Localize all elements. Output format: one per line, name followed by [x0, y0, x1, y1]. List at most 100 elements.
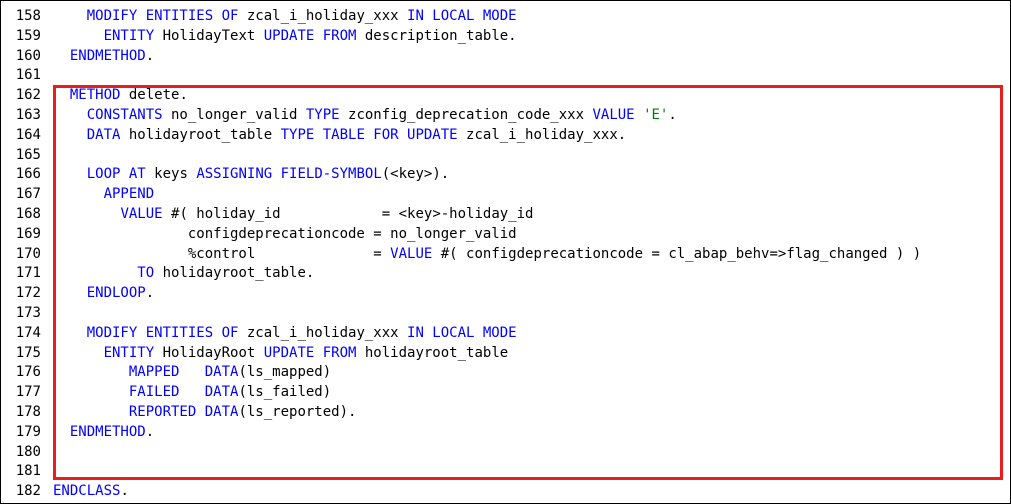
code-line[interactable]: 173 [1, 304, 1010, 324]
text-token: (<key>). [381, 166, 450, 183]
keyword-token: TO [137, 265, 155, 282]
line-number: 171 [15, 265, 41, 282]
keyword-token: ENDCLASS [53, 483, 121, 500]
keyword-token: UPDATE FROM [263, 344, 357, 361]
keyword-token: FAILED [128, 384, 180, 401]
code-line[interactable]: 179 ENDMETHOD. [1, 423, 1010, 443]
code-line[interactable]: 168 VALUE #( holiday_id = <key>-holiday_… [1, 205, 1010, 225]
code-line[interactable]: 175 ENTITY HolidayRoot UPDATE FROM holid… [1, 344, 1010, 364]
text-token: . [145, 423, 155, 440]
line-number: 166 [15, 166, 41, 183]
keyword-token: METHOD [69, 87, 121, 104]
keyword-token: VALUE [592, 106, 635, 123]
line-number: 162 [15, 87, 41, 104]
line-number: 175 [15, 344, 41, 361]
line-number: 172 [15, 285, 41, 302]
code-text: ENTITY HolidayRoot UPDATE FROM holidayro… [41, 344, 509, 364]
text-token: %control = [53, 245, 391, 262]
text-token: . [145, 47, 155, 64]
line-number: 174 [15, 324, 41, 341]
text-token: holidayroot_table [356, 344, 509, 361]
text-token: . [668, 106, 677, 123]
code-line[interactable]: 178 REPORTED DATA(ls_reported). [1, 403, 1010, 423]
keyword-token: ASSIGNING FIELD-SYMBOL [196, 166, 382, 183]
keyword-token: TYPE TABLE FOR UPDATE [280, 126, 458, 143]
code-line[interactable]: 172 ENDLOOP. [1, 284, 1010, 304]
code-line[interactable]: 171 TO holidayroot_table. [1, 264, 1010, 284]
text-token: zconfig_deprecation_code_xxx [339, 106, 593, 123]
code-line[interactable]: 164 DATA holidayroot_table TYPE TABLE FO… [1, 126, 1010, 146]
code-text: ENDMETHOD. [41, 423, 154, 443]
line-number: 180 [15, 443, 41, 460]
code-text: LOOP AT keys ASSIGNING FIELD-SYMBOL(<key… [41, 165, 449, 185]
line-number: 158 [15, 8, 41, 24]
code-line[interactable]: 180 [1, 443, 1010, 463]
code-line[interactable]: 176 MAPPED DATA(ls_mapped) [1, 363, 1010, 383]
string-token: 'E' [643, 106, 669, 123]
line-number: 169 [15, 225, 41, 242]
text-token: holidayroot_table [120, 126, 281, 143]
code-line[interactable]: 169 configdeprecationcode = no_longer_va… [1, 225, 1010, 245]
line-number: 179 [15, 423, 41, 440]
code-line[interactable]: 167 APPEND [1, 185, 1010, 205]
code-line[interactable]: 182 ENDCLASS. [1, 482, 1010, 502]
line-number: 165 [15, 146, 41, 163]
text-token: (ls_mapped) [238, 364, 332, 381]
code-line[interactable]: 161 [1, 66, 1010, 86]
keyword-token: VALUE [120, 205, 163, 222]
keyword-token: MODIFY ENTITIES OF [86, 324, 239, 341]
text-token: configdeprecationcode = no_longer_valid [53, 225, 517, 242]
line-number: 167 [15, 186, 41, 203]
code-line[interactable]: 177 FAILED DATA(ls_failed) [1, 383, 1010, 403]
code-line[interactable]: 159 ENTITY HolidayText UPDATE FROM descr… [1, 27, 1010, 47]
code-line[interactable]: 162 METHOD delete. [1, 86, 1010, 106]
keyword-token: UPDATE FROM [263, 27, 357, 44]
code-text: TO holidayroot_table. [41, 264, 314, 284]
code-editor[interactable]: 158 MODIFY ENTITIES OF zcal_i_holiday_xx… [0, 0, 1011, 504]
text-token: zcal_i_holiday_xxx [238, 8, 408, 24]
line-number: 177 [15, 384, 41, 401]
code-text: MODIFY ENTITIES OF zcal_i_holiday_xxx IN… [41, 324, 517, 344]
code-text: APPEND [41, 185, 155, 205]
code-line[interactable]: 163 CONSTANTS no_longer_valid TYPE zconf… [1, 106, 1010, 126]
keyword-token: ENTITY [103, 344, 155, 361]
code-line[interactable]: 165 [1, 146, 1010, 166]
line-number: 163 [15, 106, 41, 123]
keyword-token: ENDLOOP [86, 285, 146, 302]
code-line[interactable]: 166 LOOP AT keys ASSIGNING FIELD-SYMBOL(… [1, 165, 1010, 185]
code-text: ENTITY HolidayText UPDATE FROM descripti… [41, 27, 517, 47]
code-text: REPORTED DATA(ls_reported). [41, 403, 357, 423]
line-number: 160 [15, 47, 41, 64]
line-number: 161 [15, 67, 41, 84]
code-line[interactable]: 160 ENDMETHOD. [1, 47, 1010, 67]
line-number: 168 [15, 205, 41, 222]
line-number: 181 [15, 463, 41, 480]
text-token: HolidayText [154, 27, 264, 44]
text-token: (ls_reported). [238, 403, 357, 420]
code-text: ENDCLASS. [41, 482, 129, 502]
code-text: DATA holidayroot_table TYPE TABLE FOR UP… [41, 126, 626, 146]
code-text: ENDMETHOD. [41, 47, 154, 67]
code-line[interactable]: 181 [1, 462, 1010, 482]
code-line[interactable]: 170 %control = VALUE #( configdeprecatio… [1, 245, 1010, 265]
line-number: 182 [15, 483, 41, 500]
text-token: (ls_failed) [238, 384, 332, 401]
code-line[interactable]: 158 MODIFY ENTITIES OF zcal_i_holiday_xx… [1, 7, 1010, 27]
code-line[interactable]: 174 MODIFY ENTITIES OF zcal_i_holiday_xx… [1, 324, 1010, 344]
code-text: VALUE #( holiday_id = <key>-holiday_id [41, 205, 533, 225]
